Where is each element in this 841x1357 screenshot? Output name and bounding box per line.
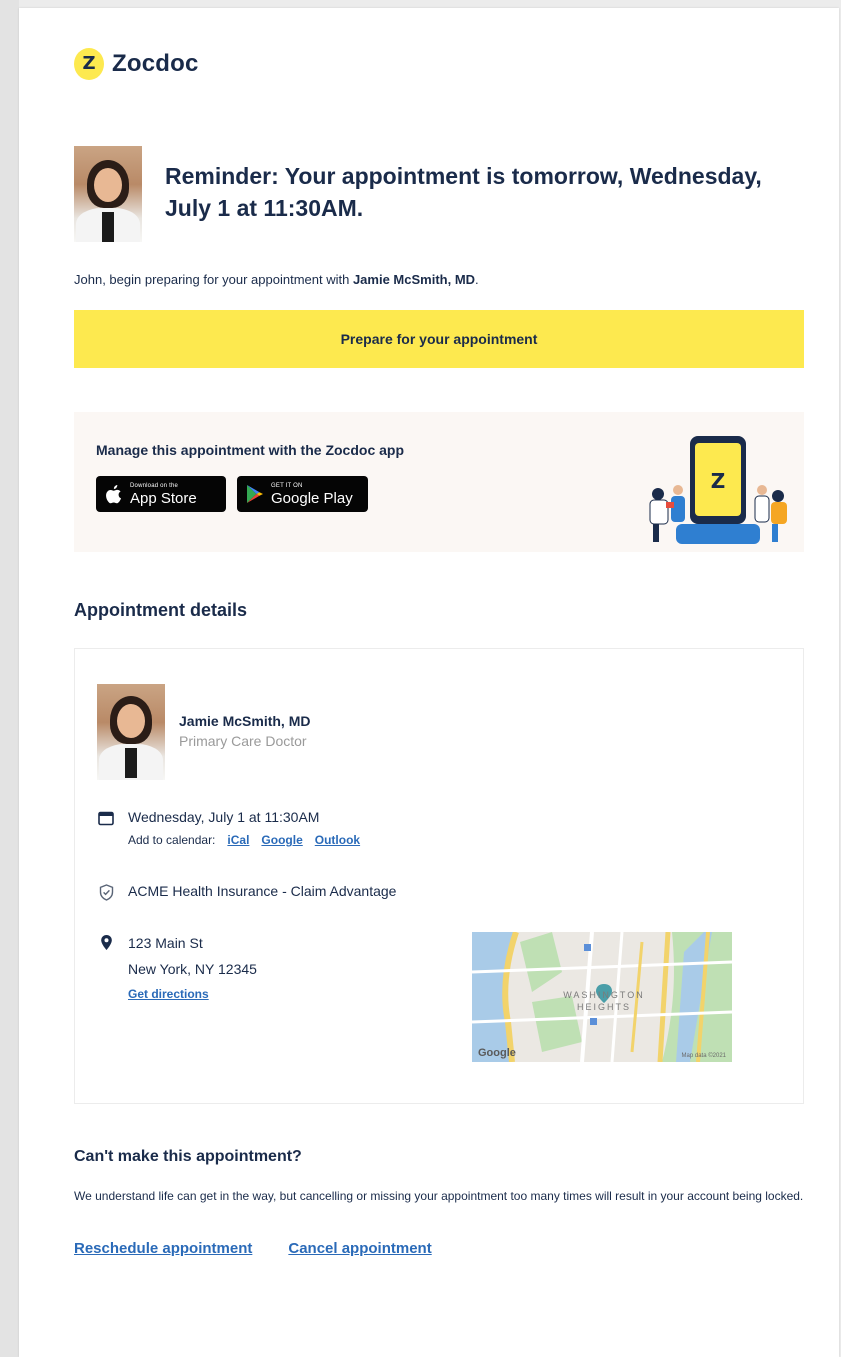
reminder-headline: Reminder: Your appointment is tomorrow, … [165,163,762,221]
doctor-specialty: Primary Care Doctor [179,733,307,749]
intro-text: John, begin preparing for your appointme… [74,272,479,287]
apple-icon [104,483,124,505]
doctor-photo [74,146,142,242]
svg-text:WASHINGTON: WASHINGTON [563,990,645,1000]
appointment-actions: Reschedule appointment Cancel appointmen… [74,1240,432,1257]
appointment-details-card: Jamie McSmith, MD Primary Care Doctor We… [74,648,804,1104]
app-promo-title: Manage this appointment with the Zocdoc … [96,442,405,458]
address-line-1: 123 Main St [128,935,203,951]
cancellation-policy-text: We understand life can get in the way, b… [74,1189,804,1203]
svg-text:Google: Google [478,1047,516,1059]
zocdoc-logo-icon: Z [74,48,104,80]
get-directions-link[interactable]: Get directions [128,987,209,1001]
outlook-link[interactable]: Outlook [315,833,360,847]
svg-text:HEIGHTS: HEIGHTS [577,1002,631,1012]
add-to-calendar: Add to calendar: iCal Google Outlook [128,833,361,847]
google-play-icon [245,483,265,505]
svg-text:Z: Z [711,469,726,493]
ical-link[interactable]: iCal [227,833,249,847]
intro-doctor-name: Jamie McSmith, MD [352,272,476,287]
zocdoc-logo[interactable]: Z Zocdoc [74,44,199,84]
shield-check-icon [97,883,115,901]
cancel-appointment-link[interactable]: Cancel appointment [288,1240,431,1257]
address-line-2: New York, NY 12345 [128,961,257,977]
doctor-name: Jamie McSmith, MD [179,713,311,729]
appointment-details-title: Appointment details [74,600,248,620]
calendar-icon [97,809,115,827]
prepare-appointment-button[interactable]: Prepare for your appointment [74,310,804,368]
appointment-datetime: Wednesday, July 1 at 11:30AM [128,809,320,825]
brand-name: Zocdoc [112,50,199,77]
app-promo-box: Manage this appointment with the Zocdoc … [74,412,804,552]
doctor-photo-small [97,684,165,780]
google-calendar-link[interactable]: Google [261,833,302,847]
phone-illustration: Z [649,436,787,544]
svg-text:Map data ©2021: Map data ©2021 [682,1052,727,1059]
app-store-button[interactable]: Download on the App Store [96,476,226,512]
location-map[interactable]: WASHINGTON HEIGHTS Google Map data ©2021 [472,932,732,1062]
window-left-rail [0,0,19,1357]
email-body: Z Zocdoc Reminder: Your appointment is t… [19,8,839,1357]
insurance-name: ACME Health Insurance - Claim Advantage [128,883,397,899]
google-play-button[interactable]: GET IT ON Google Play [237,476,368,512]
reschedule-appointment-link[interactable]: Reschedule appointment [74,1240,252,1257]
location-pin-icon [97,933,115,951]
cant-make-title: Can't make this appointment? [74,1148,302,1165]
